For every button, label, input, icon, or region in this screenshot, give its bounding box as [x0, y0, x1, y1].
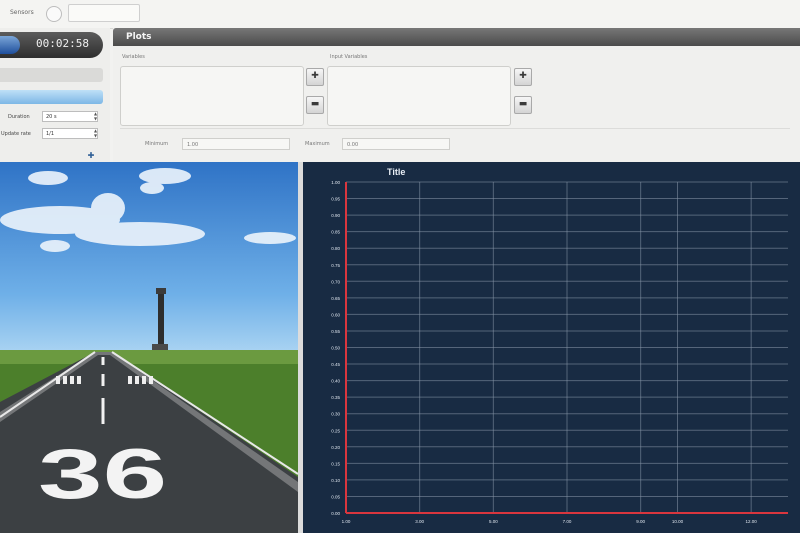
x-tick-label: 10.00	[672, 519, 684, 524]
play-toggle[interactable]	[0, 36, 20, 54]
y-tick-label: 0.05	[331, 494, 340, 499]
remove-input-variable-button[interactable]: ▬	[514, 96, 532, 114]
add-icon[interactable]: ✚	[85, 151, 97, 161]
y-tick-label: 0.90	[331, 213, 340, 218]
y-tick-label: 1.00	[331, 180, 340, 185]
progress-strip	[0, 90, 103, 104]
y-tick-label: 0.30	[331, 412, 340, 417]
y-tick-label: 0.50	[331, 346, 340, 351]
y-tick-label: 0.20	[331, 445, 340, 450]
input-variables-label: Input Variables	[330, 54, 368, 60]
line-chart: 0.00 0.05 0.10 0.15 0.20 0.25 0.30 0.35 0.40 0.45…	[331, 167, 788, 524]
add-input-variable-button[interactable]: ✚	[514, 68, 532, 86]
y-tick-label: 0.10	[331, 478, 340, 483]
variables-label: Variables	[122, 54, 145, 60]
y-tick-label: 0.45	[331, 362, 340, 367]
y-tick-label: 0.15	[331, 461, 340, 466]
sensor-field[interactable]	[68, 4, 140, 22]
timer-display: 00:02:58	[36, 37, 89, 50]
chart-title: Title	[387, 167, 405, 177]
minimum-label: Minimum	[145, 141, 169, 147]
duration-field[interactable]: 20 s	[42, 111, 98, 122]
runway-number: 36	[38, 435, 167, 514]
y-tick-label: 0.40	[331, 379, 340, 384]
x-tick-label: 1.00	[342, 519, 351, 524]
x-tick-label: 5.00	[489, 519, 498, 524]
y-tick-label: 0.65	[331, 296, 340, 301]
plots-title: Plots	[126, 32, 152, 42]
plot-area: 0.00 0.05 0.10 0.15 0.20 0.25 0.30 0.35 0.40 0.45…	[303, 162, 800, 533]
duration-stepper[interactable]: ▲ ▼	[92, 111, 99, 122]
tower	[158, 292, 164, 348]
runway-scene: 36	[0, 162, 298, 533]
add-variable-button[interactable]: ✚	[306, 68, 324, 86]
y-tick-label: 0.85	[331, 230, 340, 235]
y-tick-label: 0.80	[331, 246, 340, 251]
y-tick-label: 0.00	[331, 511, 340, 516]
y-tick-label: 0.75	[331, 263, 340, 268]
y-tick-label: 0.55	[331, 329, 340, 334]
x-tick-label: 12.00	[746, 519, 758, 524]
y-tick-label: 0.25	[331, 428, 340, 433]
runway-viewport[interactable]: 36	[0, 162, 298, 533]
y-tick-label: 0.60	[331, 312, 340, 317]
y-tick-label: 0.70	[331, 279, 340, 284]
minimum-field[interactable]: 1.00	[182, 138, 290, 150]
y-tick-label: 0.95	[331, 197, 340, 202]
x-tick-label: 3.00	[415, 519, 424, 524]
maximum-label: Maximum	[305, 141, 330, 147]
remove-variable-button[interactable]: ▬	[306, 96, 324, 114]
update-rate-field[interactable]: 1/1	[42, 128, 98, 139]
variables-list[interactable]	[120, 66, 304, 126]
plots-header	[113, 28, 800, 46]
duration-label: Duration	[8, 114, 30, 120]
sensors-label: Sensors	[10, 9, 34, 16]
y-tick-label: 0.35	[331, 395, 340, 400]
x-tick-label: 9.00	[636, 519, 645, 524]
update-rate-label: Update rate	[1, 131, 31, 137]
maximum-field[interactable]: 0.00	[342, 138, 450, 150]
sensor-icon[interactable]	[46, 6, 62, 22]
input-variables-list[interactable]	[327, 66, 511, 126]
status-strip	[0, 68, 103, 82]
x-tick-label: 7.00	[563, 519, 572, 524]
update-rate-stepper[interactable]: ▲ ▼	[92, 128, 99, 139]
